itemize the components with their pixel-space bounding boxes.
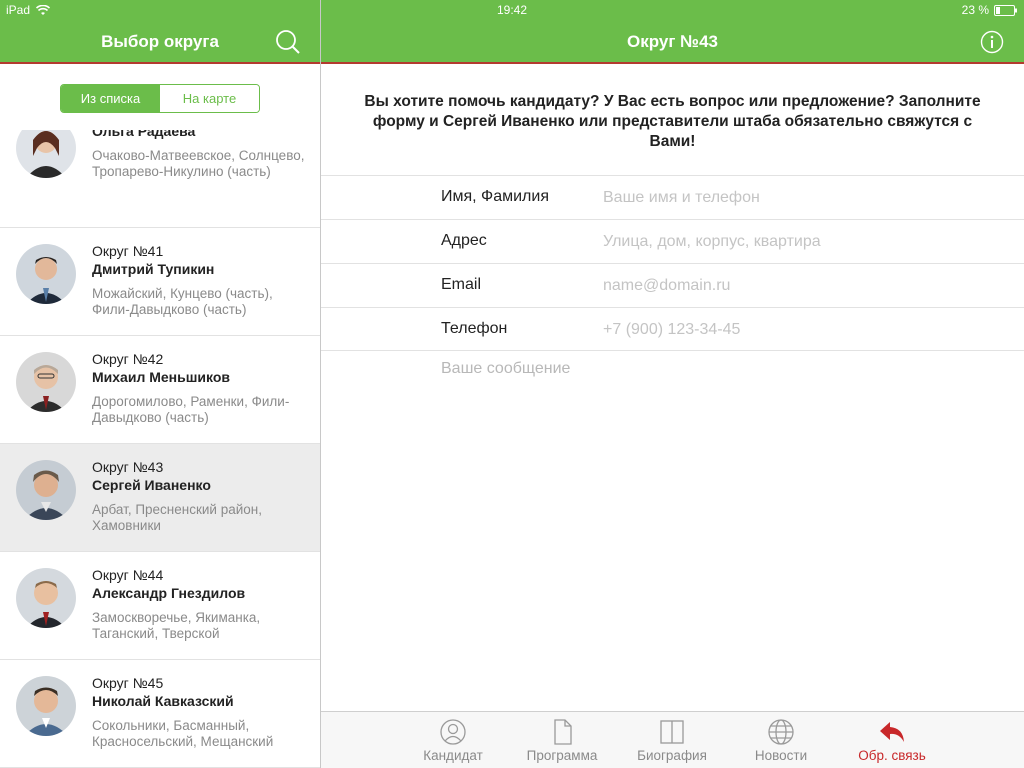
district-areas: Арбат, Пресненский район, Хамовники: [92, 502, 262, 533]
form-row-phone: Телефон: [321, 307, 1024, 351]
form-row-email: Email: [321, 263, 1024, 307]
globe-icon: [768, 719, 794, 745]
wifi-icon: [36, 4, 51, 15]
phone-field[interactable]: [603, 318, 993, 342]
info-icon: [980, 30, 1004, 54]
candidate-list: Ольга Радаева Очаково-Матвеевское, Солнц…: [0, 130, 320, 768]
district-areas: Можайский, Кунцево (часть), Фили-Давыдко…: [92, 286, 273, 317]
email-field[interactable]: [603, 274, 993, 298]
form-row-address: Адрес: [321, 219, 1024, 263]
email-label: Email: [441, 276, 482, 293]
tab-label: Обр. связь: [858, 748, 926, 763]
message-field[interactable]: [441, 360, 1001, 690]
form-row-name: Имя, Фамилия: [321, 175, 1024, 219]
district-areas: Очаково-Матвеевское, Солнцево, Тропарево…: [92, 148, 305, 179]
list-item[interactable]: Ольга Радаева Очаково-Матвеевское, Солнц…: [0, 130, 320, 228]
district-areas: Сокольники, Басманный, Красносельский, М…: [92, 718, 274, 749]
district-label: Округ №45: [92, 675, 164, 691]
avatar: [16, 130, 76, 178]
status-time: 19:42: [497, 3, 528, 17]
district-areas: Дорогомилово, Раменки, Фили-Давыдково (ч…: [92, 394, 290, 425]
district-label: Округ №42: [92, 351, 164, 367]
segment-list[interactable]: Из списка: [61, 85, 160, 112]
list-item-selected[interactable]: Округ №43 Сергей Иваненко Арбат, Преснен…: [0, 444, 320, 552]
candidate-name: Дмитрий Тупикин: [92, 261, 215, 277]
list-item[interactable]: Округ №41 Дмитрий Тупикин Можайский, Кун…: [0, 228, 320, 336]
avatar: [16, 568, 76, 628]
candidate-name: Сергей Иваненко: [92, 477, 211, 493]
search-button[interactable]: [274, 28, 302, 56]
list-item[interactable]: Округ №44 Александр Гнездилов Замоскворе…: [0, 552, 320, 660]
list-item-text: Округ №41 Дмитрий Тупикин Можайский, Кун…: [92, 242, 310, 318]
status-bar-right: 23 %: [962, 3, 1018, 17]
candidate-name: Ольга Радаева: [92, 130, 196, 139]
tab-candidate[interactable]: Кандидат: [403, 718, 503, 763]
address-label: Адрес: [441, 232, 487, 249]
list-item-text: Округ №42 Михаил Меньшиков Дорогомилово,…: [92, 350, 310, 426]
view-mode-segmented-control: Из списка На карте: [60, 84, 260, 113]
feedback-form: Имя, Фамилия Адрес Email Телефон: [321, 175, 1024, 351]
tab-label: Программа: [526, 748, 598, 763]
right-panel-title: Округ №43: [626, 32, 718, 51]
candidate-name: Николай Кавказский: [92, 693, 234, 709]
avatar: [16, 460, 76, 520]
district-label: Округ №44: [92, 567, 164, 583]
battery-percent: 23 %: [961, 3, 989, 17]
tab-label: Новости: [754, 748, 808, 763]
book-icon: [660, 720, 684, 744]
name-label: Имя, Фамилия: [441, 188, 549, 205]
tab-news[interactable]: Новости: [731, 718, 831, 763]
left-panel-title: Выбор округа: [101, 32, 219, 51]
left-navbar: iPad Выбор округа: [0, 0, 320, 64]
avatar: [16, 352, 76, 412]
status-bar-left: iPad: [6, 3, 51, 17]
phone-label: Телефон: [441, 320, 508, 337]
list-item-text: Округ №45 Николай Кавказский Сокольники,…: [92, 674, 310, 750]
list-item-text: Округ №44 Александр Гнездилов Замоскворе…: [92, 566, 310, 642]
district-areas: Замоскворечье, Якиманка, Таганский, Твер…: [92, 610, 261, 641]
list-item-text: Ольга Радаева Очаково-Матвеевское, Солнц…: [92, 130, 310, 180]
list-item-text: Округ №43 Сергей Иваненко Арбат, Преснен…: [92, 458, 310, 534]
device-label: iPad: [6, 3, 31, 17]
right-navbar: 19:42 23 % Округ №43: [321, 0, 1024, 64]
segment-map[interactable]: На карте: [160, 85, 259, 112]
reply-icon: [880, 722, 904, 742]
feedback-panel: 19:42 23 % Округ №43 Вы хотите помочь ка…: [321, 0, 1024, 768]
search-icon: [276, 30, 300, 54]
tab-bar: Кандидат Программа Биография Новости Обр…: [321, 711, 1024, 768]
tab-biography[interactable]: Биография: [622, 718, 722, 763]
tab-feedback[interactable]: Обр. связь: [842, 718, 942, 763]
list-item[interactable]: Округ №42 Михаил Меньшиков Дорогомилово,…: [0, 336, 320, 444]
tab-label: Кандидат: [423, 748, 483, 763]
list-item[interactable]: Округ №45 Николай Кавказский Сокольники,…: [0, 660, 320, 768]
candidate-name: Александр Гнездилов: [92, 585, 246, 601]
name-field[interactable]: [603, 186, 993, 210]
header-divider: [0, 62, 320, 64]
tab-label: Биография: [637, 748, 707, 763]
district-list-panel: iPad Выбор округа Из списка На карте Оль…: [0, 0, 320, 768]
tab-program[interactable]: Программа: [512, 718, 612, 763]
candidate-name: Михаил Меньшиков: [92, 369, 230, 385]
header-divider: [321, 62, 1024, 64]
person-icon: [440, 719, 466, 745]
intro-text: Вы хотите помочь кандидату? У Вас есть в…: [364, 93, 981, 150]
info-button[interactable]: [980, 30, 1004, 54]
avatar: [16, 676, 76, 736]
avatar: [16, 244, 76, 304]
district-label: Округ №41: [92, 243, 164, 259]
battery-icon: [994, 4, 1017, 16]
district-label: Округ №43: [92, 459, 164, 475]
address-field[interactable]: [603, 230, 993, 254]
document-icon: [554, 719, 572, 745]
